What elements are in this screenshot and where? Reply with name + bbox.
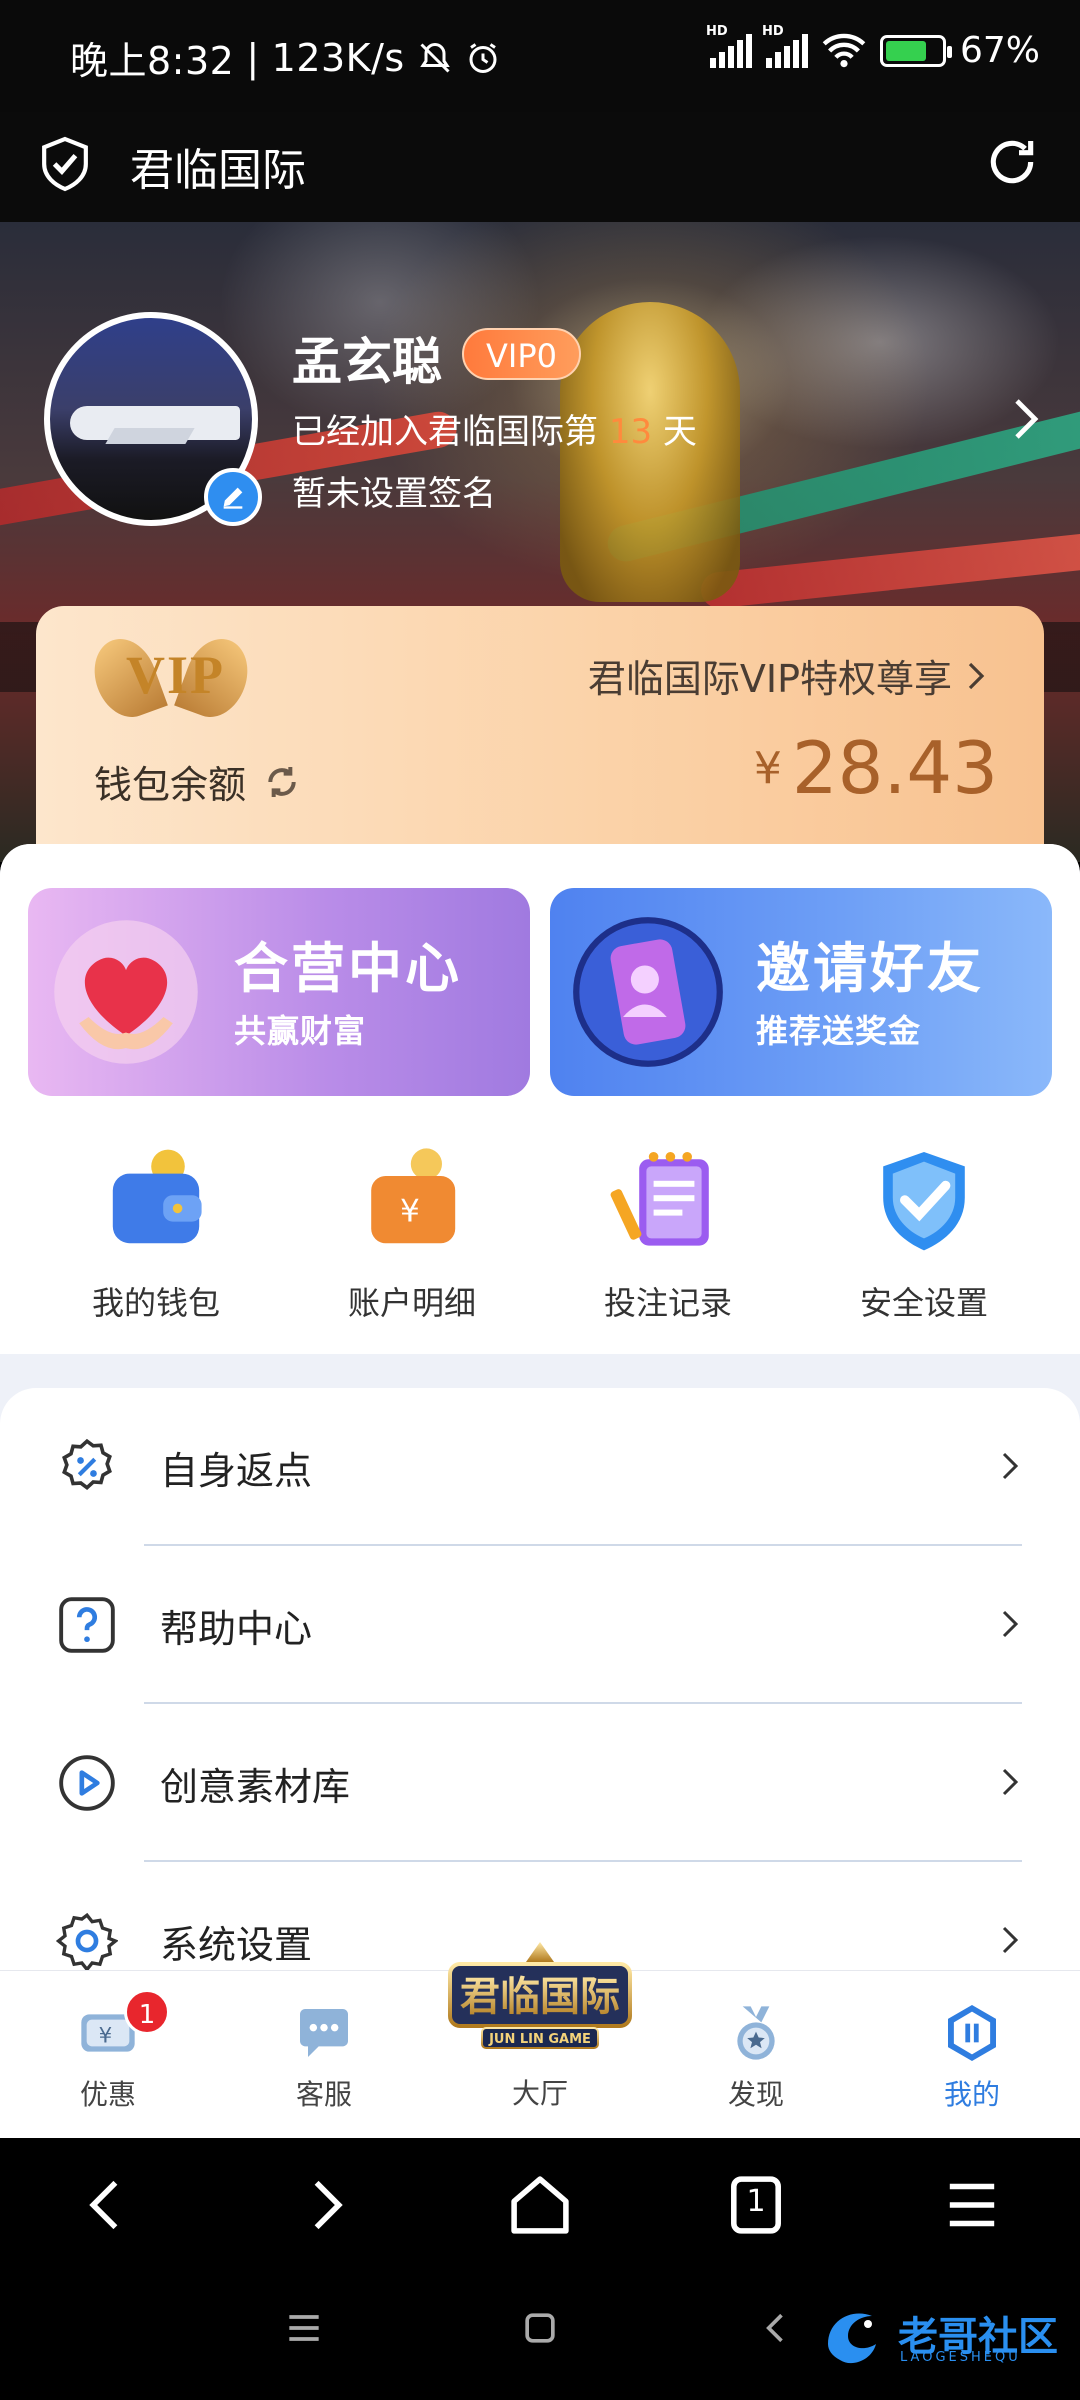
security-shield-icon [883, 1152, 965, 1251]
main-panel: 合营中心 共赢财富 邀请好友 推荐送奖金 我的钱包 ¥ 账户明细 投注记录 安全… [0, 844, 1080, 1970]
username: 孟玄聪 [292, 333, 442, 391]
status-left: 晚上8:32 | 123K/s [70, 30, 501, 85]
tab-hall-label[interactable]: 大厅 [440, 2072, 640, 2112]
chevron-right-icon [1002, 1452, 1019, 1480]
wallet-icon [112, 1149, 202, 1244]
mute-bell-icon [419, 42, 450, 73]
medal-icon [737, 2006, 775, 2060]
menu-item-creative-library[interactable]: 创意素材库 [0, 1704, 1080, 1862]
tabs-button[interactable]: 1 [716, 2168, 796, 2242]
back-icon[interactable] [68, 2168, 148, 2242]
bet-record-action[interactable]: 投注记录 [568, 1140, 768, 1330]
question-icon [59, 1597, 115, 1653]
invite-friends-card[interactable]: 邀请好友 推荐送奖金 [550, 888, 1052, 1096]
promo-title: 合营中心 [234, 937, 462, 1000]
chat-icon [300, 2009, 348, 2057]
refresh-icon[interactable] [984, 134, 1040, 190]
browser-navigation-bar: 1 [0, 2138, 1080, 2272]
chevron-right-icon [1002, 1610, 1019, 1638]
forward-icon[interactable] [284, 2168, 364, 2242]
shield-check-icon[interactable] [40, 136, 90, 192]
vip-logo: VIP [84, 626, 258, 726]
wallet-balance-label: 钱包余额 [94, 754, 302, 809]
signal-2-icon: HD [762, 24, 808, 68]
signature-text: 暂未设置签名 [292, 474, 496, 514]
battery-icon [879, 34, 952, 67]
signal-1-icon: HD [706, 24, 752, 68]
settings-menu: 自身返点 帮助中心 创意素材库 系统设置 [0, 1388, 1080, 1970]
tab-mine[interactable]: 我的 [892, 2001, 1052, 2113]
invite-phone-icon [573, 917, 723, 1067]
svg-text:君临国际: 君临国际 [460, 1974, 620, 2020]
home-icon[interactable] [500, 2168, 580, 2242]
vip-level-badge: VIP0 [462, 328, 581, 380]
tab-customer-service[interactable]: 客服 [244, 2001, 404, 2113]
account-details-icon: ¥ [371, 1148, 456, 1244]
vip-wallet-card[interactable]: VIP 君临国际VIP特权尊享 钱包余额 ¥28.43 [36, 606, 1044, 866]
status-right: HD HD 67% [706, 24, 1040, 72]
tab-promotions[interactable]: ¥ 1 优惠 [28, 1989, 188, 2113]
battery-percent: 67% [959, 30, 1040, 71]
status-bar: 晚上8:32 | 123K/s HD HD 67% [0, 0, 1080, 112]
wifi-icon [822, 33, 866, 67]
chevron-right-icon[interactable] [1008, 394, 1044, 444]
app-title-bar: 君临国际 [0, 112, 1080, 222]
svg-text:¥: ¥ [400, 1194, 420, 1230]
chevron-right-icon [968, 662, 985, 689]
gear-icon [56, 1912, 118, 1970]
chevron-right-icon [1002, 1768, 1019, 1796]
bet-record-icon [610, 1152, 709, 1246]
menu-item-help[interactable]: 帮助中心 [0, 1546, 1080, 1704]
system-navigation-bar: 老哥社区 LAOGESHEQU [0, 2272, 1080, 2400]
chevron-right-icon [1002, 1926, 1019, 1954]
svg-text:¥: ¥ [99, 2023, 113, 2048]
join-days-count: 13 [608, 412, 653, 452]
joint-venture-center-card[interactable]: 合营中心 共赢财富 [28, 888, 530, 1096]
app-title: 君临国际 [130, 145, 306, 196]
system-back-icon[interactable] [754, 2306, 798, 2350]
wallet-balance-amount: ¥28.43 [753, 726, 998, 810]
hero-ribbon [699, 530, 1080, 610]
join-days-text: 已经加入君临国际第 13 天 [292, 412, 697, 452]
promo-title: 邀请好友 [756, 937, 984, 1000]
svg-text:JUN LIN GAME: JUN LIN GAME [488, 2032, 591, 2047]
edit-avatar-button[interactable] [204, 468, 262, 526]
hall-logo[interactable]: 君临国际 JUN LIN GAME [442, 1940, 638, 2060]
promo-subtitle: 共赢财富 [234, 1012, 367, 1050]
security-settings-action[interactable]: 安全设置 [824, 1140, 1024, 1330]
status-time: 晚上8:32 [70, 39, 235, 83]
percent-badge-icon [62, 1438, 112, 1491]
refresh-balance-icon[interactable] [262, 762, 302, 802]
menu-item-rebate[interactable]: 自身返点 [0, 1388, 1080, 1546]
my-wallet-action[interactable]: 我的钱包 [56, 1140, 256, 1330]
alarm-icon [469, 42, 497, 73]
profile-icon [948, 2005, 996, 2061]
tab-count: 1 [746, 2184, 766, 2219]
pencil-icon [223, 487, 243, 509]
account-details-action[interactable]: ¥ 账户明细 [312, 1140, 512, 1330]
dragon-logo-icon [828, 2313, 876, 2364]
tab-discover[interactable]: 发现 [676, 2001, 836, 2113]
promo-subtitle: 推荐送奖金 [756, 1012, 922, 1050]
play-icon [59, 1755, 115, 1811]
vip-privilege-link[interactable]: 君临国际VIP特权尊享 [588, 648, 988, 703]
promotion-badge: 1 [124, 1989, 170, 2035]
heart-hands-icon [54, 920, 198, 1064]
menu-icon[interactable] [932, 2168, 1012, 2242]
recents-icon[interactable] [282, 2306, 326, 2350]
network-speed: 123K/s [271, 35, 405, 80]
watermark-logo: 老哥社区 LAOGESHEQU [816, 2296, 1066, 2376]
system-home-icon[interactable] [518, 2306, 562, 2350]
